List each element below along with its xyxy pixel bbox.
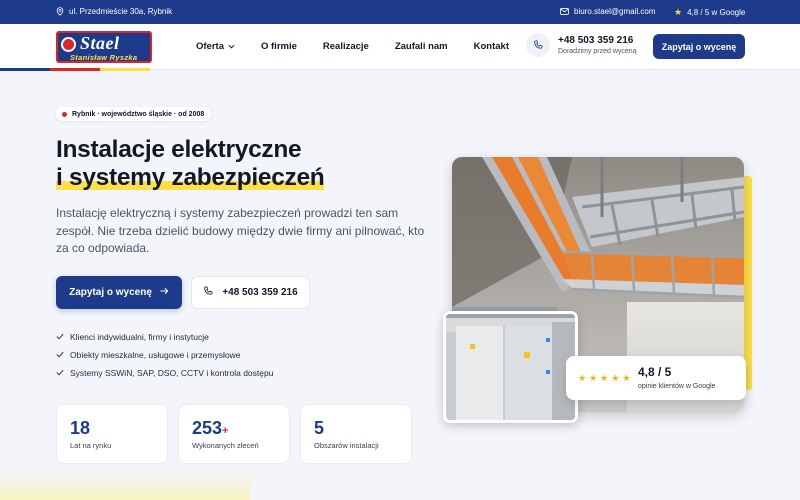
list-item: Obiekty mieszkalne, usługowe i przemysło… bbox=[56, 346, 273, 364]
email-link[interactable]: biuro.stael@gmail.com bbox=[560, 7, 655, 16]
list-item: Klienci indywidualni, firmy i instytucje bbox=[56, 328, 273, 346]
nav-item-o-firmie[interactable]: O firmie bbox=[261, 41, 297, 52]
call-button[interactable]: +48 503 359 216 bbox=[191, 276, 310, 309]
stat-card-orders: 253+ Wykonanych zleceń bbox=[178, 404, 290, 464]
check-icon bbox=[56, 350, 64, 360]
star-icon: ★ bbox=[674, 7, 683, 17]
logo-dot-icon bbox=[61, 37, 76, 52]
location-pin-icon bbox=[56, 7, 64, 16]
check-icon bbox=[56, 368, 64, 378]
header-phone-number: +48 503 359 216 bbox=[558, 35, 634, 46]
address-text: ul. Przedmieście 30a, Rybnik bbox=[69, 7, 173, 16]
arrow-right-icon bbox=[160, 287, 169, 298]
logo[interactable]: Stael Stanisław Ryszka bbox=[56, 31, 152, 63]
red-dot-icon bbox=[62, 111, 67, 117]
stat-card-areas: 5 Obszarów instalacji bbox=[300, 404, 412, 464]
quote-button-label: Zapytaj o wycenę bbox=[69, 287, 152, 298]
logo-wordmark: Stael bbox=[80, 33, 120, 53]
stat-label: Obszarów instalacji bbox=[314, 441, 379, 450]
top-info-bar: ul. Przedmieście 30a, Rybnik biuro.stael… bbox=[0, 0, 800, 24]
feature-text: Obiekty mieszkalne, usługowe i przemysło… bbox=[70, 350, 241, 360]
feature-text: Systemy SSWiN, SAP, DSO, CCTV i kontrola… bbox=[70, 368, 274, 378]
feature-text: Klienci indywidualni, firmy i instytucje bbox=[70, 332, 209, 342]
check-icon bbox=[56, 332, 64, 342]
feature-list: Klienci indywidualni, firmy i instytucje… bbox=[56, 328, 273, 382]
page-title: Instalacje elektryczne i systemy zabezpi… bbox=[56, 136, 325, 192]
stat-card-years: 18 Lat na rynku bbox=[56, 404, 168, 464]
location-badge-text: Rybnik · województwo śląskie · od 2008 bbox=[72, 110, 205, 118]
google-rating-text: 4,8 / 5 w Google bbox=[687, 8, 746, 17]
stat-plus: + bbox=[222, 425, 229, 437]
page-title-line2: i systemy zabezpieczeń bbox=[56, 164, 325, 191]
phone-icon bbox=[526, 33, 550, 57]
location-badge: Rybnik · województwo śląskie · od 2008 bbox=[56, 107, 212, 121]
nav-item-label: Zaufali nam bbox=[394, 41, 448, 52]
stat-value: 5 bbox=[314, 418, 325, 438]
list-item: Systemy SSWiN, SAP, DSO, CCTV i kontrola… bbox=[56, 364, 273, 382]
header-quote-button[interactable]: Zapytaj o wycenę bbox=[653, 34, 745, 59]
rating-caption: opinie klientów w Google bbox=[638, 383, 716, 390]
nav-item-label: Kontakt bbox=[473, 41, 510, 52]
main-nav: Oferta O firmie Realizacje Zaufali nam K… bbox=[196, 41, 509, 52]
star-icon: ★ bbox=[611, 373, 620, 383]
stat-label: Wykonanych zleceń bbox=[192, 441, 259, 450]
hero-lead: Instalację elektryczną i systemy zabezpi… bbox=[56, 206, 425, 255]
google-rating: ★ 4,8 / 5 w Google bbox=[674, 7, 745, 18]
nav-item-zaufali-nam[interactable]: Zaufali nam bbox=[395, 41, 448, 52]
stat-value: 18 bbox=[70, 418, 91, 438]
logo-color-stripe bbox=[0, 68, 150, 71]
site-header: Stael Stanisław Ryszka Oferta O firmie R… bbox=[0, 24, 800, 70]
page-title-line1: Instalacje elektryczne bbox=[56, 136, 302, 163]
nav-item-oferta[interactable]: Oferta bbox=[196, 41, 235, 52]
electrical-cabinet-photo bbox=[443, 311, 578, 423]
star-icon: ★ bbox=[589, 373, 598, 383]
decorative-glow bbox=[0, 470, 250, 500]
star-icon: ★ bbox=[622, 373, 631, 383]
email-text: biuro.stael@gmail.com bbox=[574, 7, 656, 16]
address-info: ul. Przedmieście 30a, Rybnik bbox=[56, 7, 172, 16]
chevron-down-icon bbox=[228, 41, 235, 52]
envelope-icon bbox=[560, 8, 569, 15]
nav-item-kontakt[interactable]: Kontakt bbox=[474, 41, 509, 52]
nav-item-label: Oferta bbox=[196, 41, 224, 52]
quote-button[interactable]: Zapytaj o wycenę bbox=[56, 276, 182, 309]
stat-value: 253 bbox=[192, 418, 223, 438]
star-icon: ★ bbox=[578, 373, 587, 383]
logo-subtitle: Stanisław Ryszka bbox=[70, 53, 138, 62]
rating-card: ★ ★ ★ ★ ★ 4,8 / 5 opinie klientów w Goog… bbox=[566, 356, 746, 400]
call-button-label: +48 503 359 216 bbox=[222, 287, 298, 298]
phone-icon bbox=[203, 286, 213, 299]
nav-item-label: O firmie bbox=[260, 41, 297, 52]
nav-item-label: Realizacje bbox=[322, 41, 369, 52]
rating-score: 4,8 / 5 bbox=[638, 365, 672, 379]
star-icon: ★ bbox=[600, 373, 609, 383]
header-phone[interactable]: +48 503 359 216 Doradzimy przed wyceną bbox=[526, 33, 637, 57]
rating-stars: ★ ★ ★ ★ ★ bbox=[578, 373, 630, 384]
stat-label: Lat na rynku bbox=[70, 441, 112, 450]
nav-item-realizacje[interactable]: Realizacje bbox=[323, 41, 369, 52]
header-phone-note: Doradzimy przed wyceną bbox=[558, 48, 637, 55]
